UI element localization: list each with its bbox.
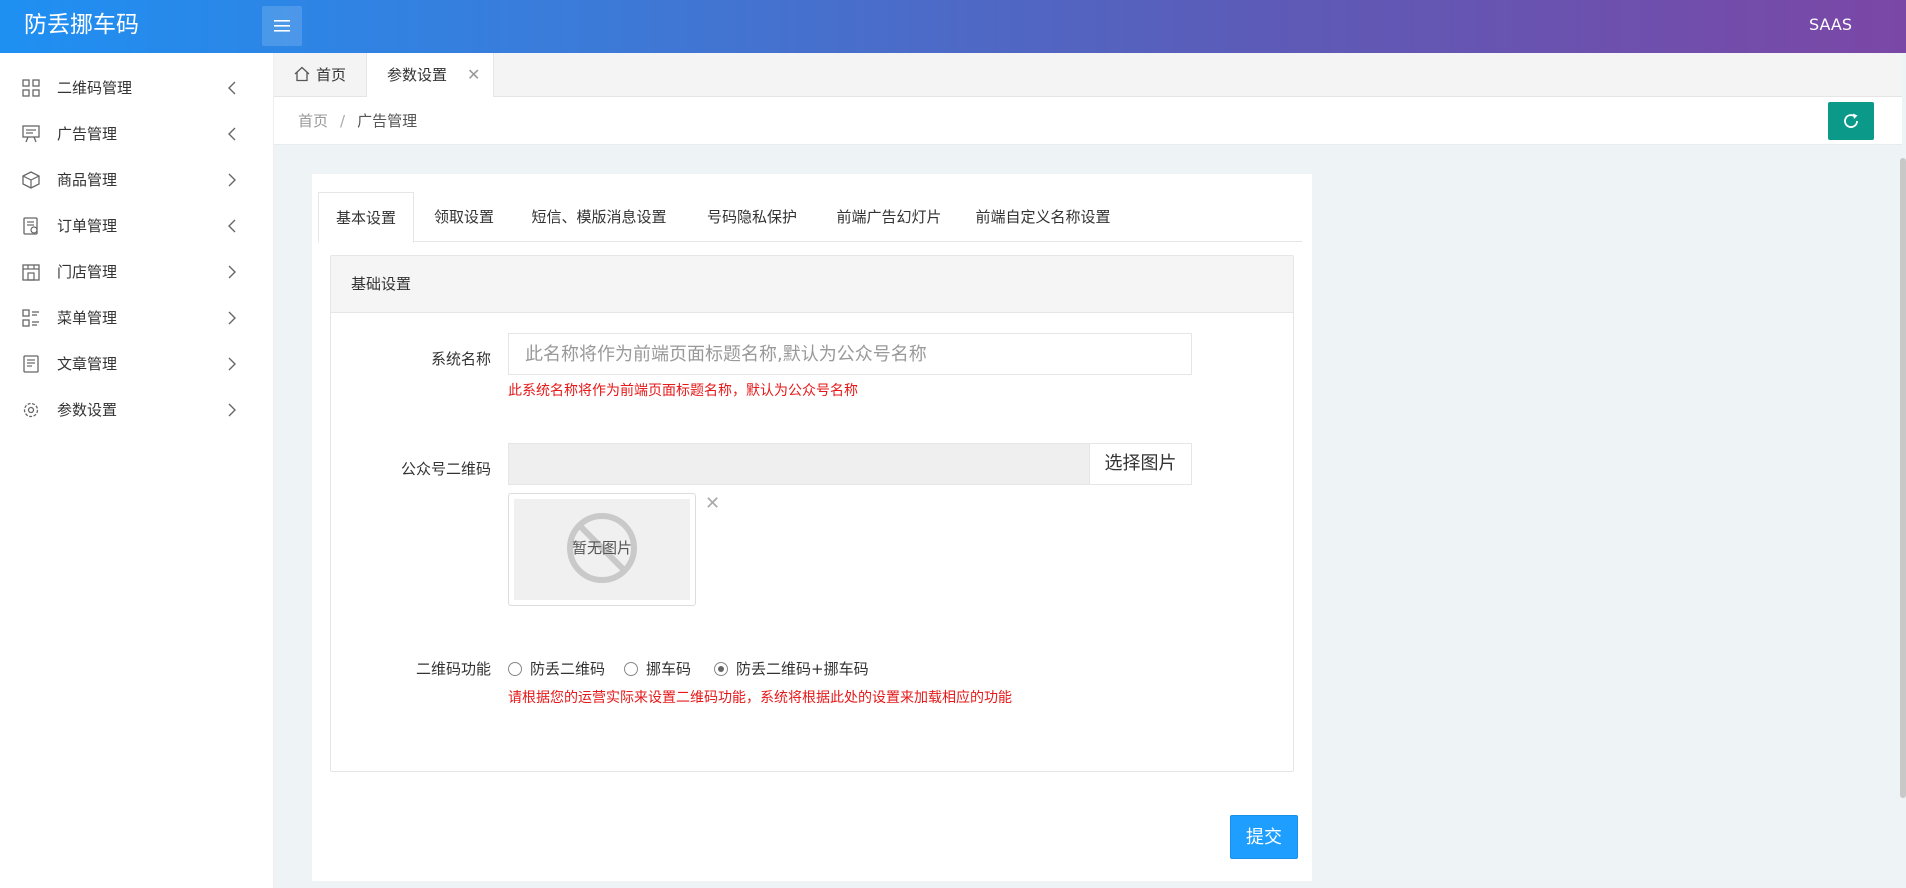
system-name-input[interactable] xyxy=(509,334,1191,374)
system-name-label: 系统名称 xyxy=(430,350,491,368)
chevron-right-icon xyxy=(228,173,236,187)
close-icon[interactable]: ✕ xyxy=(467,53,480,97)
sidebar-item-ads[interactable]: 广告管理 xyxy=(0,111,273,157)
package-box-icon xyxy=(22,171,40,189)
submit-button[interactable]: 提交 xyxy=(1230,815,1298,859)
chevron-right-icon xyxy=(228,357,236,371)
sidebar-item-label: 二维码管理 xyxy=(57,79,133,97)
tab-settings[interactable]: 参数设置 ✕ xyxy=(366,53,494,97)
sidebar-item-orders[interactable]: 订单管理 xyxy=(0,203,273,249)
refresh-icon xyxy=(1844,113,1858,128)
sidebar-item-stores[interactable]: 门店管理 xyxy=(0,249,273,295)
store-icon xyxy=(22,264,40,281)
sidebar-item-label: 商品管理 xyxy=(57,171,118,189)
qrcode-label: 公众号二维码 xyxy=(400,460,491,478)
menu-list-icon xyxy=(22,309,39,327)
subtab-claim[interactable]: 领取设置 xyxy=(414,192,514,242)
sidebar-item-menus[interactable]: 菜单管理 xyxy=(0,295,273,341)
basic-settings-panel: 基础设置 系统名称 此系统名称将作为前端页面标题名称，默认为公众号名称 公众号二… xyxy=(330,255,1294,772)
page-tabbar: 首页 参数设置 ✕ xyxy=(274,53,1902,97)
delete-image-icon[interactable]: ✕ xyxy=(705,493,720,514)
header-saas-label[interactable]: SAAS xyxy=(1809,0,1852,49)
qrcode-preview: 暂无图片 xyxy=(508,493,696,606)
chevron-left-icon xyxy=(228,127,236,141)
chevron-left-icon xyxy=(228,219,236,233)
tab-home[interactable]: 首页 xyxy=(274,53,366,97)
breadcrumb-separator: / xyxy=(340,112,346,130)
tab-home-label: 首页 xyxy=(316,66,347,84)
radio-lost-qrcode[interactable]: 防丢二维码 xyxy=(508,658,605,679)
system-name-hint: 此系统名称将作为前端页面标题名称，默认为公众号名称 xyxy=(508,383,858,399)
chevron-right-icon xyxy=(228,403,236,417)
sidebar-item-qrcode[interactable]: 二维码管理 xyxy=(0,65,273,111)
qrcode-function-hint: 请根据您的运营实际来设置二维码功能，系统将根据此处的设置来加载相应的功能 xyxy=(508,690,1012,706)
subtab-privacy[interactable]: 号码隐私保护 xyxy=(684,192,820,242)
ad-board-icon xyxy=(22,125,40,143)
qrcode-path-field[interactable] xyxy=(509,444,1089,484)
article-icon xyxy=(23,355,39,373)
tab-settings-label: 参数设置 xyxy=(387,66,448,84)
radio-label: 挪车码 xyxy=(646,660,692,678)
sidebar-item-label: 广告管理 xyxy=(57,125,118,143)
sidebar-item-label: 门店管理 xyxy=(57,263,118,281)
radio-checked-icon xyxy=(714,662,728,676)
app-logo: 防丢挪车码 xyxy=(24,12,139,38)
radio-circle-icon xyxy=(624,662,638,676)
breadcrumb: 首页 / 广告管理 xyxy=(298,97,417,145)
sidebar-item-articles[interactable]: 文章管理 xyxy=(0,341,273,387)
no-image-text: 暂无图片 xyxy=(571,539,632,557)
sidebar: 二维码管理 广告管理 商品管理 订单管理 门店管理 菜单管理 文章管理 参数设置 xyxy=(0,53,274,888)
order-doc-icon xyxy=(23,217,38,235)
radio-both[interactable]: 防丢二维码+挪车码 xyxy=(714,658,869,679)
panel-title: 基础设置 xyxy=(331,256,1293,313)
sidebar-item-label: 文章管理 xyxy=(57,355,118,373)
subtab-slideshow[interactable]: 前端广告幻灯片 xyxy=(820,192,958,242)
subtab-custom-names[interactable]: 前端自定义名称设置 xyxy=(958,192,1128,242)
chevron-left-icon xyxy=(228,81,236,95)
top-header: 防丢挪车码 SAAS xyxy=(0,0,1906,53)
qrcode-grid-icon xyxy=(22,79,40,97)
sidebar-item-label: 订单管理 xyxy=(57,217,118,235)
radio-circle-icon xyxy=(508,662,522,676)
sidebar-item-label: 菜单管理 xyxy=(57,309,118,327)
radio-move-car[interactable]: 挪车码 xyxy=(624,658,691,679)
refresh-button[interactable] xyxy=(1828,102,1874,140)
chevron-right-icon xyxy=(228,311,236,325)
qrcode-function-label: 二维码功能 xyxy=(415,660,491,678)
hamburger-icon xyxy=(274,20,290,32)
gear-icon xyxy=(23,402,39,418)
breadcrumb-home[interactable]: 首页 xyxy=(298,112,328,130)
subtab-basic[interactable]: 基本设置 xyxy=(318,192,414,243)
system-name-field-box xyxy=(508,333,1192,375)
settings-subtabs: 基本设置 领取设置 短信、模版消息设置 号码隐私保护 前端广告幻灯片 前端自定义… xyxy=(318,192,1302,243)
qrcode-upload: 选择图片 xyxy=(508,443,1192,485)
main-content: 首页 参数设置 ✕ 首页 / 广告管理 基本设置 领取设置 短信、模版消息设置 号码… xyxy=(274,53,1906,888)
breadcrumb-bar: 首页 / 广告管理 xyxy=(274,97,1902,145)
settings-card: 基本设置 领取设置 短信、模版消息设置 号码隐私保护 前端广告幻灯片 前端自定义… xyxy=(312,174,1312,881)
chevron-right-icon xyxy=(228,265,236,279)
subtab-sms-template[interactable]: 短信、模版消息设置 xyxy=(514,192,684,242)
page-scrollbar[interactable] xyxy=(1900,158,1906,798)
breadcrumb-current: 广告管理 xyxy=(357,112,418,130)
menu-toggle-button[interactable] xyxy=(262,6,302,46)
choose-image-button[interactable]: 选择图片 xyxy=(1089,444,1191,484)
sidebar-item-label: 参数设置 xyxy=(57,401,118,419)
sidebar-item-goods[interactable]: 商品管理 xyxy=(0,157,273,203)
home-icon xyxy=(294,66,310,82)
radio-label: 防丢二维码+挪车码 xyxy=(736,660,869,678)
no-image-placeholder: 暂无图片 xyxy=(514,499,690,600)
radio-label: 防丢二维码 xyxy=(530,660,606,678)
sidebar-item-settings[interactable]: 参数设置 xyxy=(0,387,273,433)
